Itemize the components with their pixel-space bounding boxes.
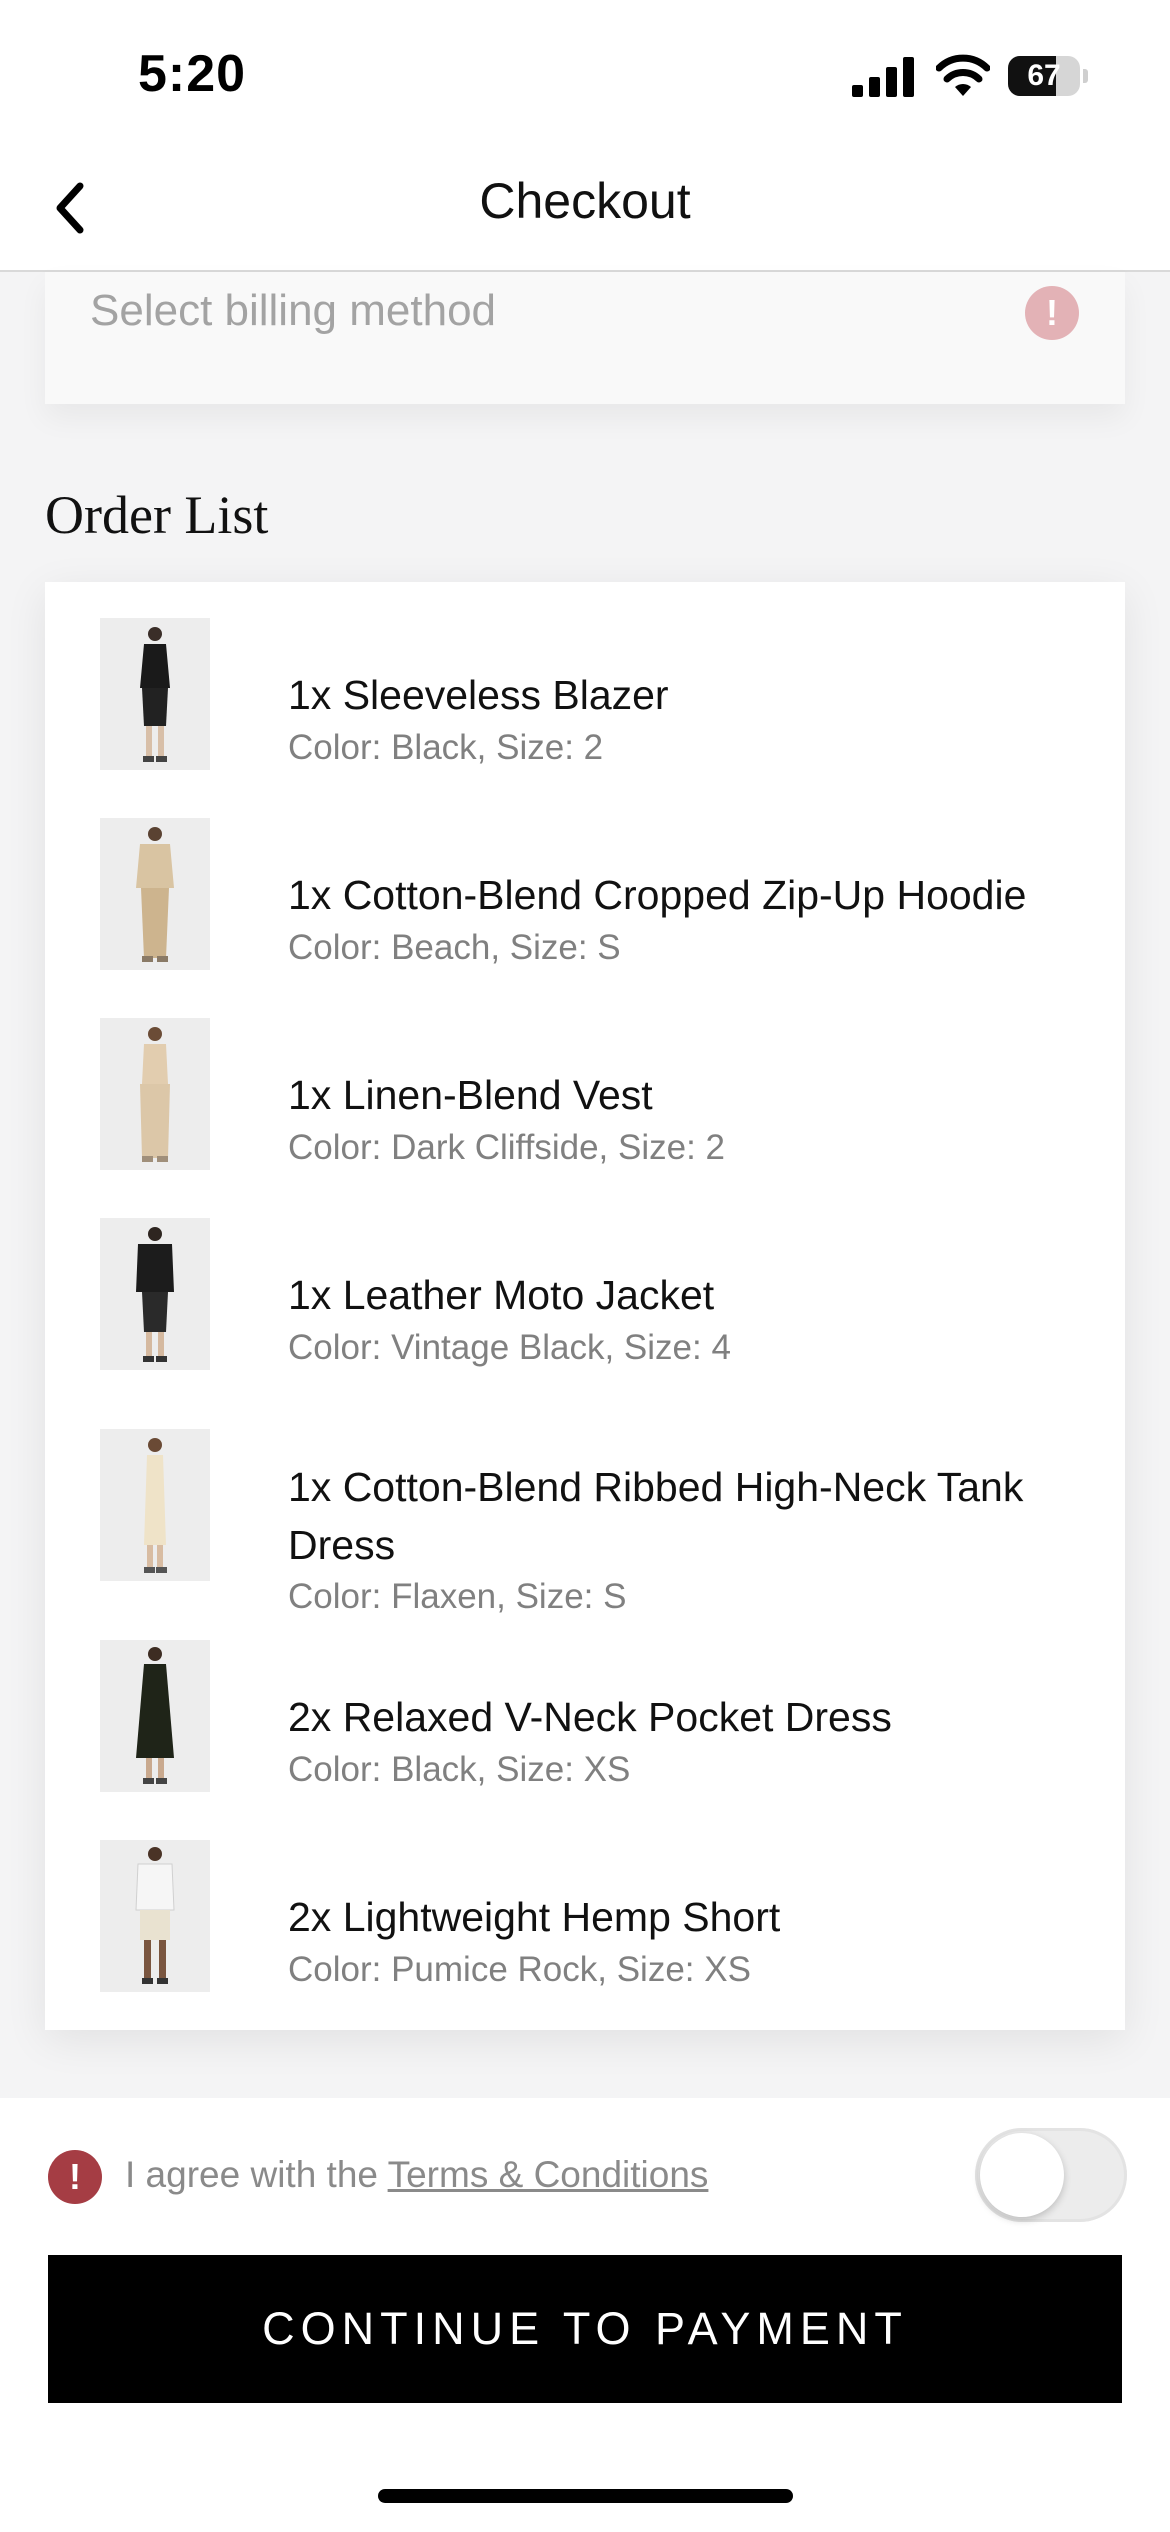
billing-method-placeholder: Select billing method: [90, 286, 497, 335]
status-time: 5:20: [138, 45, 247, 103]
terms-prefix: I agree with the: [125, 2154, 388, 2195]
item-detail: Color: Black, Size: XS: [288, 1750, 631, 1789]
item-name: 1x Leather Moto Jacket: [288, 1272, 715, 1318]
order-list-title: Order List: [45, 485, 269, 545]
item-detail: Color: Beach, Size: S: [288, 928, 621, 967]
item-name: 2x Relaxed V-Neck Pocket Dress: [288, 1694, 892, 1740]
exclamation-icon: !: [1025, 286, 1079, 340]
toggle-knob: [980, 2133, 1064, 2217]
cellular-signal-icon: [852, 57, 914, 97]
item-name: 1x Linen-Blend Vest: [288, 1072, 653, 1118]
item-name: 1x Cotton-Blend Ribbed High-Neck Tank Dr…: [288, 1464, 1024, 1568]
terms-link[interactable]: Terms & Conditions: [388, 2154, 709, 2195]
item-detail: Color: Pumice Rock, Size: XS: [288, 1950, 751, 1989]
checkout-footer: ! I agree with the Terms & Conditions CO…: [0, 2098, 1170, 2532]
item-name: 1x Sleeveless Blazer: [288, 672, 669, 718]
item-detail: Color: Flaxen, Size: S: [288, 1577, 627, 1616]
product-thumbnail: [100, 1018, 210, 1170]
item-detail: Color: Black, Size: 2: [288, 728, 604, 767]
terms-toggle[interactable]: [975, 2128, 1127, 2222]
order-list: 1x Sleeveless Blazer Color: Black, Size:…: [45, 582, 1125, 2030]
home-indicator: [378, 2489, 793, 2503]
item-name: 2x Lightweight Hemp Short: [288, 1894, 781, 1940]
continue-to-payment-button[interactable]: CONTINUE TO PAYMENT: [48, 2255, 1122, 2403]
product-thumbnail: [100, 1640, 210, 1792]
nav-bar: Checkout: [0, 150, 1170, 272]
battery-percent: 67: [1027, 59, 1061, 92]
terms-label: I agree with the Terms & Conditions: [125, 2154, 708, 2196]
exclamation-icon: !: [48, 2150, 102, 2204]
product-thumbnail: [100, 618, 210, 770]
item-name: 1x Cotton-Blend Cropped Zip-Up Hoodie: [288, 872, 1027, 918]
billing-method-select[interactable]: Select billing method !: [45, 272, 1125, 404]
battery-icon: 67: [1008, 56, 1088, 96]
product-thumbnail: [100, 1218, 210, 1370]
page-title: Checkout: [479, 173, 691, 229]
item-detail: Color: Dark Cliffside, Size: 2: [288, 1128, 726, 1167]
item-detail: Color: Vintage Black, Size: 4: [288, 1328, 731, 1367]
status-bar: 5:20 67: [0, 0, 1170, 150]
product-thumbnail: [100, 1429, 210, 1581]
product-thumbnail: [100, 818, 210, 970]
wifi-icon: [936, 54, 990, 96]
product-thumbnail: [100, 1840, 210, 1992]
